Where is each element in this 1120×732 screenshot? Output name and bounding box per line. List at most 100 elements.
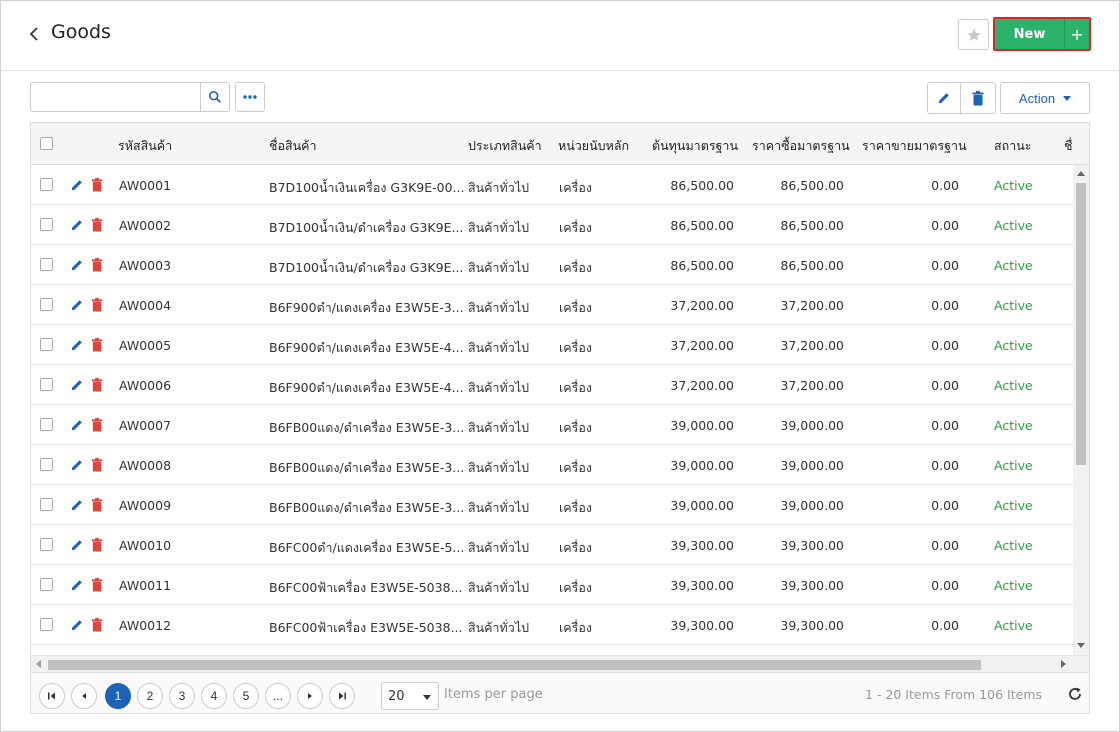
pencil-icon[interactable] xyxy=(70,418,84,432)
pencil-icon[interactable] xyxy=(70,458,84,472)
row-checkbox[interactable] xyxy=(40,378,53,391)
row-checkbox[interactable] xyxy=(40,338,53,351)
page-button-5[interactable]: 5 xyxy=(233,683,259,709)
col-header-code[interactable]: รหัสสินค้า xyxy=(118,136,172,156)
scroll-down-icon[interactable] xyxy=(1077,643,1085,648)
search-button[interactable] xyxy=(200,82,230,112)
search-input[interactable] xyxy=(30,82,201,112)
cell-status: Active xyxy=(994,418,1033,433)
page-button-3[interactable]: 3 xyxy=(169,683,195,709)
first-page-button[interactable] xyxy=(39,683,65,709)
vertical-scroll-thumb[interactable] xyxy=(1076,183,1086,465)
table-row[interactable]: AW0006 B6F900ดำ/แดงเครื่อง E3W5E-4... สินค… xyxy=(31,365,1073,405)
trash-icon[interactable] xyxy=(91,418,105,432)
pencil-icon[interactable] xyxy=(70,178,84,192)
items-per-page-select[interactable]: 20 xyxy=(381,682,439,710)
next-page-button[interactable] xyxy=(297,683,323,709)
page-button-4[interactable]: 4 xyxy=(201,683,227,709)
cell-cost: 86,500.00 xyxy=(670,218,734,233)
row-checkbox[interactable] xyxy=(40,458,53,471)
favorite-button[interactable] xyxy=(958,19,989,50)
table-row[interactable]: AW0003 B7D100น้ำเงิน/ดำเครื่อง G3K9E... สิ… xyxy=(31,245,1073,285)
trash-icon[interactable] xyxy=(91,298,105,312)
trash-icon[interactable] xyxy=(91,218,105,232)
horizontal-scrollbar[interactable] xyxy=(31,655,1089,672)
col-header-type[interactable]: ประเภทสินค้า xyxy=(468,136,542,156)
table-row[interactable]: AW0007 B6FB00แดง/ดำเครื่อง E3W5E-3... สินค… xyxy=(31,405,1073,445)
pencil-icon[interactable] xyxy=(70,218,84,232)
new-button[interactable]: New xyxy=(995,19,1065,49)
scroll-left-icon[interactable] xyxy=(36,660,41,668)
table-row[interactable]: AW0012 B6FC00ฟ้าเครื่อง E3W5E-5038... สินค… xyxy=(31,605,1073,645)
col-header-next[interactable]: ชื่ xyxy=(1064,136,1072,156)
trash-icon[interactable] xyxy=(91,578,105,592)
cell-cost: 39,300.00 xyxy=(670,618,734,633)
trash-icon[interactable] xyxy=(91,338,105,352)
grid-body: AW0001 B7D100น้ำเงินเครื่อง G3K9E-00... สิ… xyxy=(31,165,1073,655)
col-header-name[interactable]: ชื่อสินค้า xyxy=(269,136,317,156)
horizontal-scroll-thumb[interactable] xyxy=(48,660,981,670)
scroll-up-icon[interactable] xyxy=(1077,171,1085,176)
more-options-button[interactable] xyxy=(235,82,265,112)
trash-icon[interactable] xyxy=(91,498,105,512)
select-all-checkbox[interactable] xyxy=(40,137,53,150)
pencil-icon[interactable] xyxy=(70,338,84,352)
cell-sell-price: 0.00 xyxy=(931,618,959,633)
table-row[interactable]: AW0008 B6FB00แดง/ดำเครื่อง E3W5E-3... สินค… xyxy=(31,445,1073,485)
cell-unit: เครื่อง xyxy=(559,620,592,635)
table-row[interactable]: AW0001 B7D100น้ำเงินเครื่อง G3K9E-00... สิ… xyxy=(31,165,1073,205)
row-checkbox[interactable] xyxy=(40,178,53,191)
chevron-left-icon[interactable] xyxy=(27,23,41,45)
table-row[interactable]: AW0009 B6FB00แดง/ดำเครื่อง E3W5E-3... สินค… xyxy=(31,485,1073,525)
pencil-icon[interactable] xyxy=(70,378,84,392)
col-header-unit[interactable]: หน่วยนับหลัก xyxy=(558,136,629,156)
action-dropdown[interactable]: Action xyxy=(1000,82,1090,114)
page-button-1[interactable]: 1 xyxy=(105,683,131,709)
row-checkbox[interactable] xyxy=(40,418,53,431)
row-checkbox[interactable] xyxy=(40,298,53,311)
trash-icon[interactable] xyxy=(91,178,105,192)
cell-type: สินค้าทั่วไป xyxy=(468,180,530,195)
table-row[interactable]: AW0002 B7D100น้ำเงิน/ดำเครื่อง G3K9E... สิ… xyxy=(31,205,1073,245)
table-row[interactable]: AW0004 B6F900ดำ/แดงเครื่อง E3W5E-3... สินค… xyxy=(31,285,1073,325)
pencil-icon[interactable] xyxy=(70,618,84,632)
row-checkbox[interactable] xyxy=(40,618,53,631)
col-header-buy-price[interactable]: ราคาซื้อมาตรฐาน xyxy=(752,136,850,156)
pencil-icon[interactable] xyxy=(70,578,84,592)
pencil-icon[interactable] xyxy=(70,538,84,552)
trash-icon[interactable] xyxy=(91,378,105,392)
prev-page-button[interactable] xyxy=(71,683,97,709)
pencil-icon[interactable] xyxy=(70,498,84,512)
row-checkbox[interactable] xyxy=(40,538,53,551)
col-header-cost[interactable]: ต้นทุนมาตรฐาน xyxy=(652,136,738,156)
caret-down-icon xyxy=(1063,95,1072,101)
table-row[interactable]: AW0010 B6FC00ดำ/แดงเครื่อง E3W5E-5... สินค… xyxy=(31,525,1073,565)
row-checkbox[interactable] xyxy=(40,258,53,271)
pencil-icon[interactable] xyxy=(70,298,84,312)
cell-code: AW0009 xyxy=(119,498,172,513)
trash-icon[interactable] xyxy=(91,618,105,632)
page-button-2[interactable]: 2 xyxy=(137,683,163,709)
trash-icon[interactable] xyxy=(91,538,105,552)
goods-grid: รหัสสินค้า ชื่อสินค้า ประเภทสินค้า หน่วย… xyxy=(30,122,1090,714)
bulk-edit-button[interactable] xyxy=(927,82,961,114)
vertical-scrollbar[interactable] xyxy=(1073,165,1089,655)
cell-name: B7D100น้ำเงินเครื่อง G3K9E-00... xyxy=(269,180,465,195)
bulk-delete-button[interactable] xyxy=(960,82,996,114)
cell-status: Active xyxy=(994,218,1033,233)
row-checkbox[interactable] xyxy=(40,498,53,511)
scroll-right-icon[interactable] xyxy=(1061,660,1066,668)
trash-icon[interactable] xyxy=(91,458,105,472)
refresh-icon[interactable] xyxy=(1067,686,1083,702)
col-header-status[interactable]: สถานะ xyxy=(994,136,1031,156)
table-row[interactable]: AW0011 B6FC00ฟ้าเครื่อง E3W5E-5038... สินค… xyxy=(31,565,1073,605)
trash-icon[interactable] xyxy=(91,258,105,272)
table-row[interactable]: AW0005 B6F900ดำ/แดงเครื่อง E3W5E-4... สินค… xyxy=(31,325,1073,365)
last-page-button[interactable] xyxy=(329,683,355,709)
col-header-sell-price[interactable]: ราคาขายมาตรฐาน xyxy=(862,136,967,156)
row-checkbox[interactable] xyxy=(40,218,53,231)
row-checkbox[interactable] xyxy=(40,578,53,591)
new-plus-button[interactable]: + xyxy=(1065,19,1089,49)
page-button-ellipsis[interactable]: ... xyxy=(265,683,291,709)
pencil-icon[interactable] xyxy=(70,258,84,272)
